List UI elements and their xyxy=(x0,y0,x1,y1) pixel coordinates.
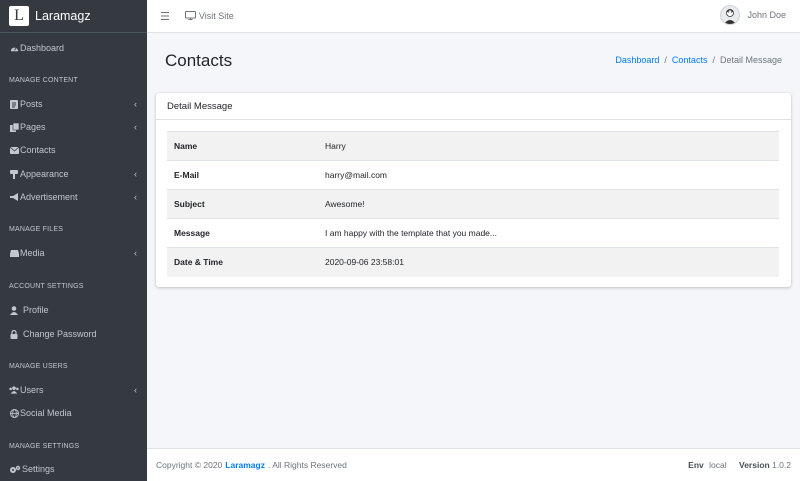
chevron-left-icon: ‹ xyxy=(134,99,137,109)
sidebar-item-label: Pages xyxy=(20,122,46,132)
user-icon xyxy=(9,305,19,315)
chevron-left-icon: ‹ xyxy=(134,122,137,132)
sidebar-item-dashboard[interactable]: Dashboard xyxy=(0,38,147,58)
env-label: Env xyxy=(688,460,704,470)
footer-brand-link[interactable]: Laramagz xyxy=(225,460,265,470)
breadcrumb: Dashboard / Contacts / Detail Message xyxy=(615,55,782,65)
nav-header-content: MANAGE CONTENT xyxy=(9,77,78,84)
table-row: Subject Awesome! xyxy=(167,189,779,219)
row-value: 2020-09-06 23:58:01 xyxy=(318,247,779,277)
row-label: E-Mail xyxy=(167,160,318,190)
nav-header-files: MANAGE FILES xyxy=(9,226,64,233)
table-row: Message I am happy with the template tha… xyxy=(167,218,779,248)
cogs-icon xyxy=(9,465,21,474)
sidebar-item-label: Posts xyxy=(20,99,43,109)
chevron-left-icon: ‹ xyxy=(134,248,137,258)
chevron-left-icon: ‹ xyxy=(134,169,137,179)
sidebar-item-settings[interactable]: Settings xyxy=(0,459,147,479)
nav-header-settings: MANAGE SETTINGS xyxy=(9,443,80,450)
version-label: Version xyxy=(739,460,770,470)
sidebar-item-media[interactable]: Media ‹ xyxy=(0,243,147,263)
sidebar-item-appearance[interactable]: Appearance ‹ xyxy=(0,164,147,184)
visit-site-label: Visit Site xyxy=(198,11,234,21)
brand-logo: L xyxy=(9,6,29,26)
sidebar-item-label: Users xyxy=(20,385,44,395)
user-menu[interactable]: John Doe xyxy=(720,5,786,25)
visit-site-link[interactable]: Visit Site xyxy=(184,10,234,22)
avatar xyxy=(720,5,741,25)
sidebar-item-social-media[interactable]: Social Media xyxy=(0,403,147,423)
row-label: Message xyxy=(167,218,318,248)
lock-icon xyxy=(9,329,19,339)
sidebar-item-label: Settings xyxy=(22,464,55,474)
nav-header-account: ACCOUNT SETTINGS xyxy=(9,283,84,290)
chevron-left-icon: ‹ xyxy=(134,385,137,395)
sidebar-item-label: Appearance xyxy=(20,169,69,179)
sidebar-item-pages[interactable]: Pages ‹ xyxy=(0,117,147,137)
globe-icon xyxy=(9,408,19,418)
detail-table: Name Harry E-Mail harry@mail.com Subject… xyxy=(167,131,779,277)
breadcrumb-separator: / xyxy=(712,55,715,65)
file-text-icon xyxy=(9,99,19,109)
row-value: I am happy with the template that you ma… xyxy=(318,218,779,248)
row-label: Name xyxy=(167,131,318,161)
nav-header-users: MANAGE USERS xyxy=(9,363,68,370)
user-name: John Doe xyxy=(747,10,786,20)
table-row: Date & Time 2020-09-06 23:58:01 xyxy=(167,247,779,277)
row-value: Awesome! xyxy=(318,189,779,219)
sidebar-item-profile[interactable]: Profile xyxy=(0,300,147,320)
sidebar-item-change-password[interactable]: Change Password xyxy=(0,324,147,344)
table-row: E-Mail harry@mail.com xyxy=(167,160,779,190)
hamburger-menu-icon[interactable]: ☰ xyxy=(160,10,170,23)
brand[interactable]: L Laramagz xyxy=(0,0,147,33)
footer: Copyright © 2020 Laramagz . All Rights R… xyxy=(147,448,800,481)
env-value: local xyxy=(709,460,727,470)
sidebar-item-label: Contacts xyxy=(20,145,56,155)
breadcrumb-current: Detail Message xyxy=(719,55,782,65)
sidebar-item-label: Profile xyxy=(23,305,49,315)
sidebar-item-contacts[interactable]: Contacts xyxy=(0,140,147,160)
breadcrumb-contacts-link[interactable]: Contacts xyxy=(672,55,708,65)
page-title: Contacts xyxy=(165,51,233,70)
card-title: Detail Message xyxy=(156,93,791,120)
breadcrumb-dashboard-link[interactable]: Dashboard xyxy=(615,55,659,65)
table-row: Name Harry xyxy=(167,131,779,161)
rights-text: . All Rights Reserved xyxy=(267,460,347,470)
bullhorn-icon xyxy=(9,193,19,202)
dashboard-icon xyxy=(9,44,19,53)
detail-message-card: Detail Message Name Harry E-Mail harry@m… xyxy=(156,93,791,287)
sidebar-item-advertisement[interactable]: Advertisement ‹ xyxy=(0,187,147,207)
row-value: harry@mail.com xyxy=(318,160,779,190)
hdd-icon xyxy=(9,249,19,258)
top-navbar: ☰ Visit Site John Doe xyxy=(147,0,800,33)
footer-meta: Env local Version 1.0.2 xyxy=(688,460,791,470)
users-icon xyxy=(9,386,19,395)
sidebar-item-label: Advertisement xyxy=(20,192,78,202)
breadcrumb-separator: / xyxy=(664,55,667,65)
row-value: Harry xyxy=(318,131,779,161)
envelope-icon xyxy=(9,146,19,155)
copy-icon xyxy=(9,122,19,132)
desktop-icon xyxy=(184,10,196,22)
sidebar-item-label: Dashboard xyxy=(20,43,65,53)
sidebar-item-posts[interactable]: Posts ‹ xyxy=(0,94,147,114)
row-label: Date & Time xyxy=(167,247,318,277)
copyright-text: Copyright © 2020 xyxy=(156,460,223,470)
chevron-left-icon: ‹ xyxy=(134,192,137,202)
row-label: Subject xyxy=(167,189,318,219)
version-value: 1.0.2 xyxy=(772,460,791,470)
sidebar-item-users[interactable]: Users ‹ xyxy=(0,380,147,400)
brand-name: Laramagz xyxy=(35,9,91,23)
sidebar-item-label: Change Password xyxy=(23,329,97,339)
sidebar: L Laramagz Dashboard MANAGE CONTENT Post… xyxy=(0,0,147,481)
sidebar-item-label: Social Media xyxy=(20,408,72,418)
sidebar-item-label: Media xyxy=(20,248,45,258)
paint-roller-icon xyxy=(9,169,19,179)
